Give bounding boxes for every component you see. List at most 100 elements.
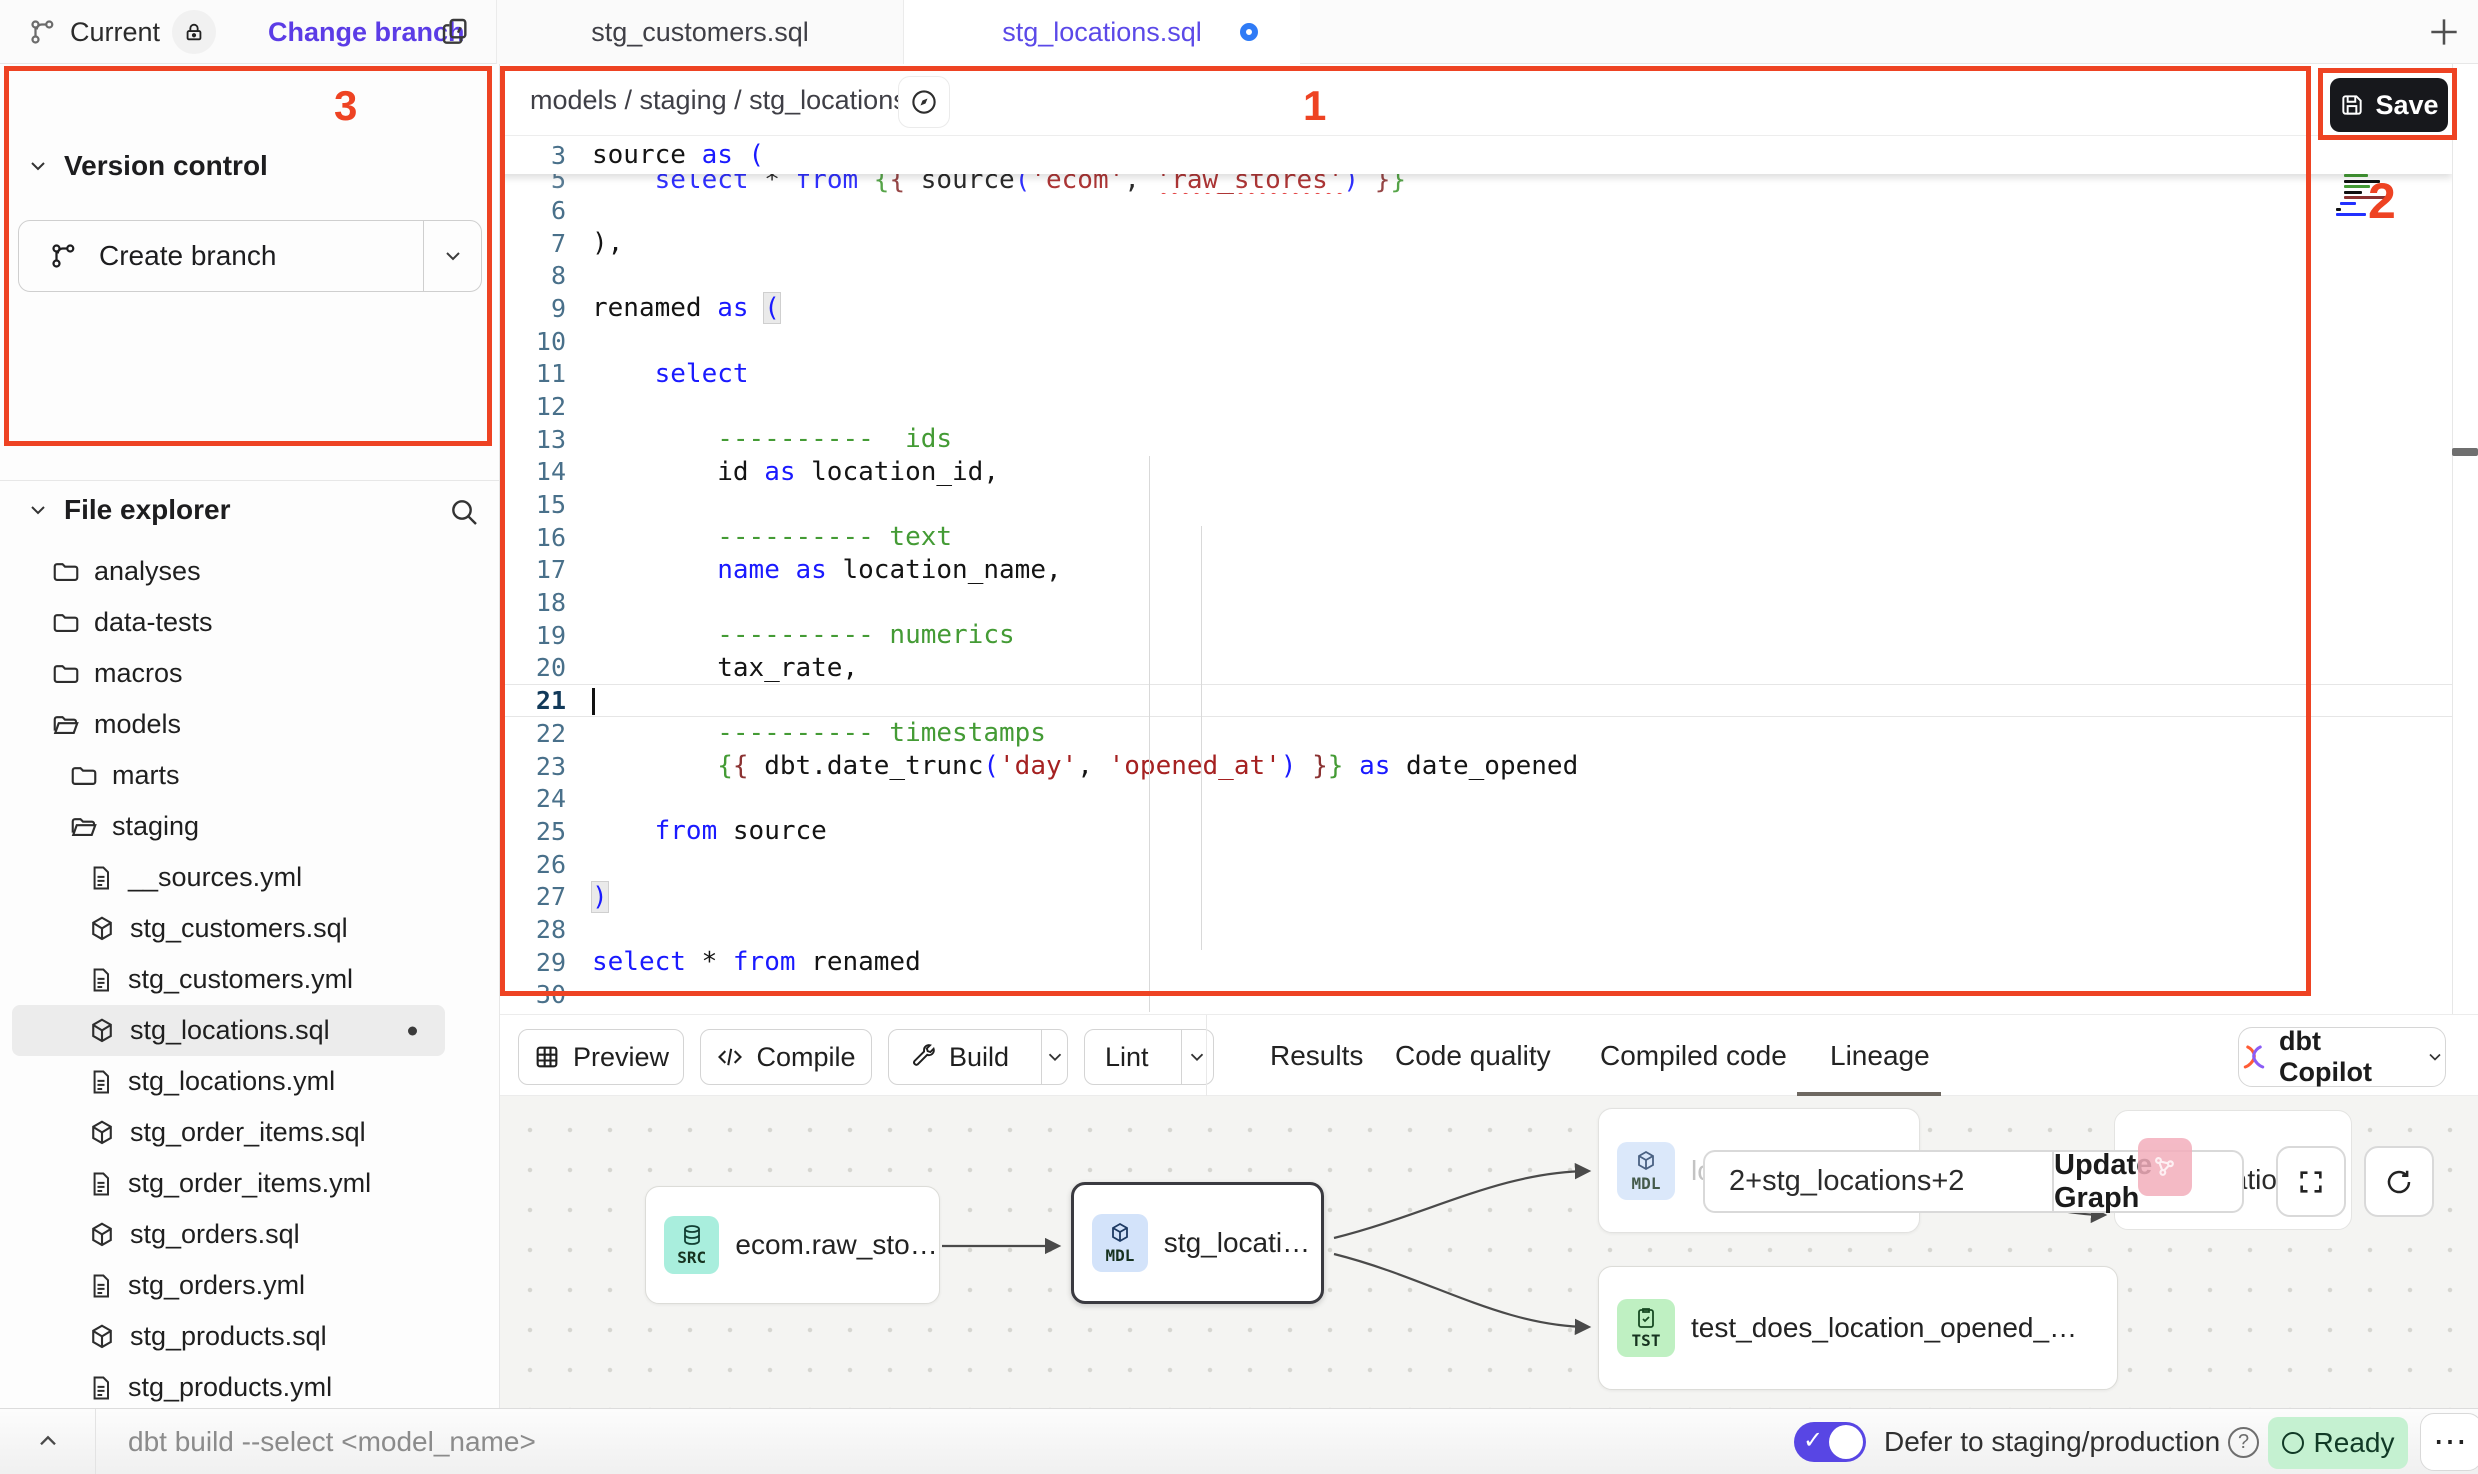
lint-button[interactable]: Lint xyxy=(1084,1029,1214,1085)
save-button[interactable]: Save xyxy=(2330,78,2448,132)
file-tree-item-stg-locations-sql[interactable]: stg_locations.sql xyxy=(12,1005,445,1056)
code-line-15[interactable]: 15 xyxy=(500,488,2452,521)
help-icon[interactable]: ? xyxy=(2228,1427,2259,1458)
code-line-16[interactable]: 16 ---------- text xyxy=(500,521,2452,554)
code-line-23[interactable]: 23 {{ dbt.date_trunc('day', 'opened_at')… xyxy=(500,750,2452,783)
refresh-icon-button[interactable] xyxy=(2364,1146,2434,1217)
create-branch-dropdown[interactable] xyxy=(423,221,481,291)
code-line-11[interactable]: 11 select xyxy=(500,357,2452,390)
branch-icon xyxy=(49,241,79,271)
file-tree-item-analyses[interactable]: analyses xyxy=(0,546,500,597)
file-tree-item-stg-order-items-yml[interactable]: stg_order_items.yml xyxy=(0,1158,500,1209)
code-line-29[interactable]: 29select * from renamed xyxy=(500,946,2452,979)
top-bar: Current Change branch stg_customers.sql … xyxy=(0,0,2478,64)
node-label: ecom.raw_stores xyxy=(735,1229,939,1261)
tab-lineage[interactable]: Lineage xyxy=(1830,1015,1930,1097)
command-input[interactable]: dbt build --select <model_name> xyxy=(128,1409,536,1474)
defer-toggle[interactable]: ✓ xyxy=(1794,1422,1866,1462)
build-button[interactable]: Build xyxy=(888,1029,1068,1085)
code-line-5[interactable]: 5 select * from {{ source('ecom', 'raw_s… xyxy=(500,174,1406,194)
toolbar-divider xyxy=(1206,1015,1207,1097)
text-cursor xyxy=(592,688,595,715)
code-line-14[interactable]: 14 id as location_id, xyxy=(500,456,2452,489)
file-tree-item-data-tests[interactable]: data-tests xyxy=(0,597,500,648)
copy-branch-icon[interactable] xyxy=(440,0,472,64)
command-bar-collapse[interactable] xyxy=(0,1409,96,1474)
tab-stg-customers[interactable]: stg_customers.sql xyxy=(496,0,904,64)
file-tree-item-stg-products-sql[interactable]: stg_products.sql xyxy=(0,1311,500,1362)
file-tree-item-marts[interactable]: marts xyxy=(0,750,500,801)
file-explorer-header[interactable]: File explorer xyxy=(26,494,231,526)
dbt-copilot-button[interactable]: dbt Copilot xyxy=(2238,1027,2446,1087)
file-tree-item-stg-orders-yml[interactable]: stg_orders.yml xyxy=(0,1260,500,1311)
code-line-25[interactable]: 25 from source xyxy=(500,815,2452,848)
file-name: stg_orders.yml xyxy=(128,1270,305,1301)
code-line-9[interactable]: 9renamed as ( xyxy=(500,292,2452,325)
tab-results[interactable]: Results xyxy=(1270,1015,1363,1097)
file-tree-item-staging[interactable]: staging xyxy=(0,801,500,852)
model-icon xyxy=(87,1220,117,1250)
lint-dropdown[interactable] xyxy=(1181,1030,1213,1084)
code-line-8[interactable]: 8 xyxy=(500,259,2452,292)
code-line-13[interactable]: 13 ---------- ids xyxy=(500,423,2452,456)
file-icon xyxy=(87,1272,115,1300)
file-tree-item-models[interactable]: models xyxy=(0,699,500,750)
lineage-node-source[interactable]: SRC ecom.raw_stores xyxy=(645,1186,940,1304)
code-line-7[interactable]: 7), xyxy=(500,227,2452,260)
code-line-24[interactable]: 24 xyxy=(500,782,2452,815)
file-tree-item-macros[interactable]: macros xyxy=(0,648,500,699)
lineage-node-stg-locations[interactable]: MDL stg_locations xyxy=(1071,1182,1324,1304)
code-line-17[interactable]: 17 name as location_name, xyxy=(500,554,2452,587)
search-icon[interactable] xyxy=(448,496,480,528)
line-number: 12 xyxy=(500,392,592,421)
tab-code-quality[interactable]: Code quality xyxy=(1395,1015,1551,1097)
line-number: 29 xyxy=(500,948,592,977)
new-tab-button[interactable] xyxy=(2420,8,2468,56)
file-tree-item--sources-yml[interactable]: __sources.yml xyxy=(0,852,500,903)
code-line-6[interactable]: 6 xyxy=(500,194,2452,227)
build-dropdown[interactable] xyxy=(1041,1030,1067,1084)
code-line-26[interactable]: 26 xyxy=(500,848,2452,881)
lineage-selector-input[interactable]: 2+stg_locations+2 xyxy=(1703,1150,2054,1213)
fullscreen-button[interactable] xyxy=(2276,1146,2346,1217)
code-line-19[interactable]: 19 ---------- numerics xyxy=(500,619,2452,652)
clipped-code-line: 5 select * from {{ source('ecom', 'raw_s… xyxy=(500,174,2452,194)
file-name: stg_locations.sql xyxy=(130,1015,330,1046)
change-branch-link[interactable]: Change branch xyxy=(268,0,465,64)
code-line-18[interactable]: 18 xyxy=(500,586,2452,619)
file-tree-item-stg-order-items-sql[interactable]: stg_order_items.sql xyxy=(0,1107,500,1158)
lineage-node-test[interactable]: TST test_does_location_opened_at_trunc_t… xyxy=(1598,1266,2118,1390)
ready-status-badge: Ready xyxy=(2268,1417,2408,1469)
tab-compiled-code[interactable]: Compiled code xyxy=(1600,1015,1787,1097)
preview-button[interactable]: Preview xyxy=(518,1029,684,1085)
version-control-header[interactable]: Version control xyxy=(26,150,268,182)
code-line-28[interactable]: 28 xyxy=(500,913,2452,946)
more-options-button[interactable]: ⋯ xyxy=(2420,1413,2478,1471)
file-tree-item-stg-customers-yml[interactable]: stg_customers.yml xyxy=(0,954,500,1005)
build-label: Build xyxy=(949,1042,1009,1073)
file-tree-item-stg-products-yml[interactable]: stg_products.yml xyxy=(0,1362,500,1413)
lineage-graph[interactable]: SRC ecom.raw_stores MDL stg_locations MD… xyxy=(500,1096,2478,1408)
code-line-10[interactable]: 10 xyxy=(500,325,2452,358)
tab-label: stg_customers.sql xyxy=(591,17,809,48)
code-line-12[interactable]: 12 xyxy=(500,390,2452,423)
code-line-30[interactable]: 30 xyxy=(500,979,2452,1012)
copilot-compass-icon[interactable] xyxy=(898,76,950,128)
create-branch-button[interactable]: Create branch xyxy=(18,220,482,292)
file-tree-item-stg-locations-yml[interactable]: stg_locations.yml xyxy=(0,1056,500,1107)
current-branch-widget[interactable]: Current xyxy=(28,0,216,64)
compile-button[interactable]: Compile xyxy=(700,1029,872,1085)
panel-resize-handle[interactable] xyxy=(2452,448,2478,456)
code-editor[interactable]: 3source as ( 5 select * from {{ source('… xyxy=(500,136,2452,1014)
line-content: {{ dbt.date_trunc('day', 'opened_at') }}… xyxy=(592,751,1578,781)
file-tree-item-stg-customers-sql[interactable]: stg_customers.sql xyxy=(0,903,500,954)
line-content: ) xyxy=(592,882,608,912)
file-tree-item-stg-orders-sql[interactable]: stg_orders.sql xyxy=(0,1209,500,1260)
code-line-27[interactable]: 27) xyxy=(500,880,2452,913)
code-line-3[interactable]: 3source as ( xyxy=(500,139,764,172)
code-line-21[interactable]: 21 xyxy=(500,684,2452,717)
line-content: ---------- text xyxy=(592,522,952,552)
code-line-20[interactable]: 20 tax_rate, xyxy=(500,652,2452,685)
code-line-22[interactable]: 22 ---------- timestamps xyxy=(500,717,2452,750)
file-name: stg_customers.yml xyxy=(128,964,353,995)
